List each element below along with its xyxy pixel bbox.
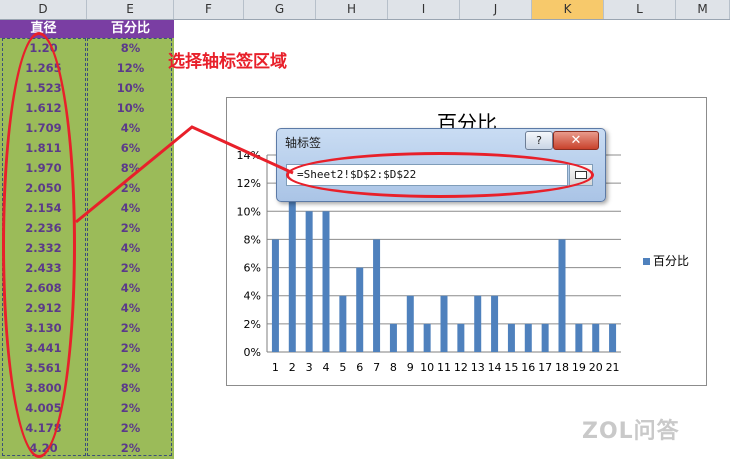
- annotation-arrow: [75, 125, 294, 224]
- watermark-text: ZOL问答: [582, 419, 680, 444]
- annotation-connector-line: [75, 125, 294, 224]
